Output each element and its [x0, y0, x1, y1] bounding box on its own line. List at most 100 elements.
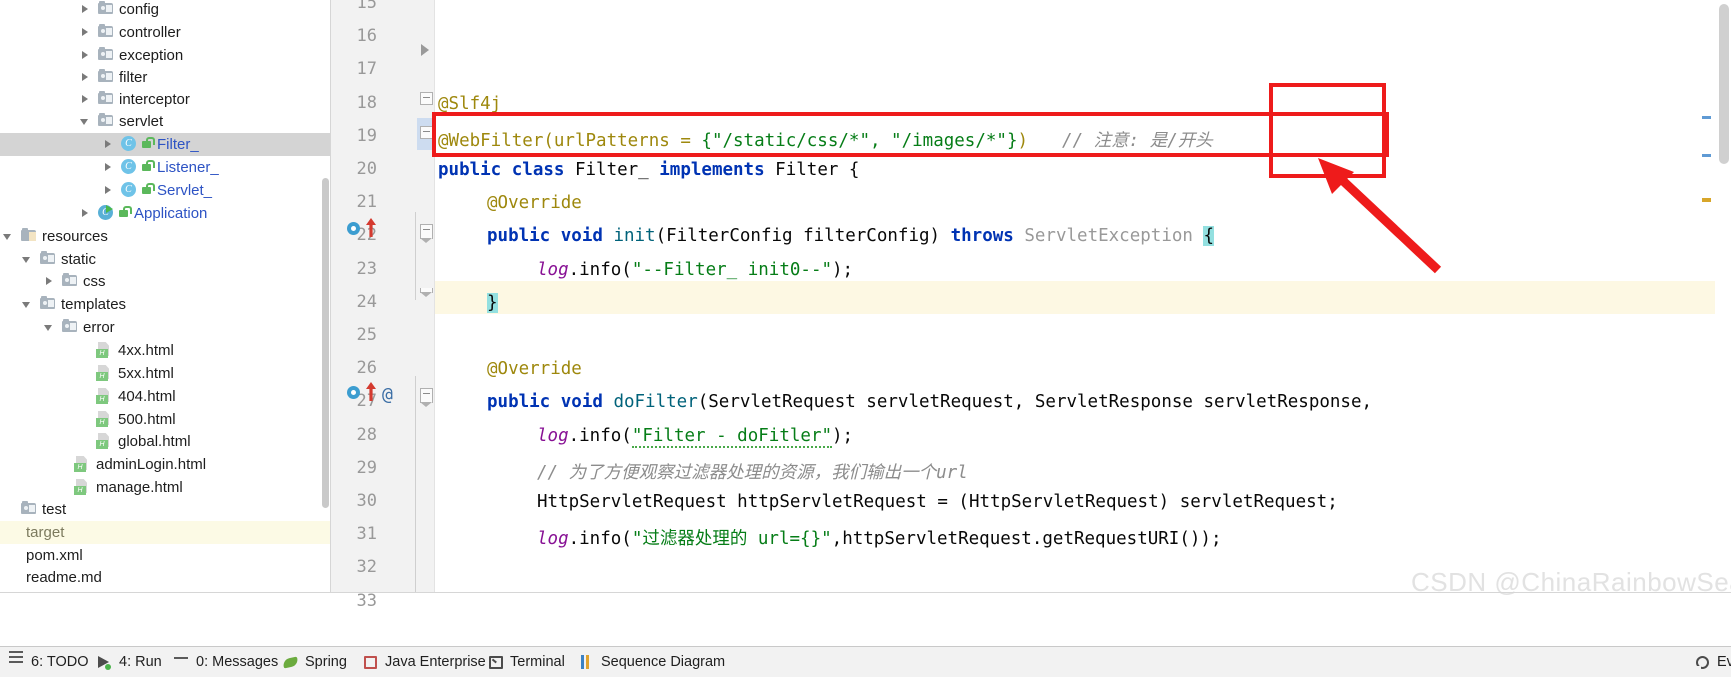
- editor-scrollbar-track[interactable]: [1715, 0, 1731, 593]
- line-number: 15: [331, 0, 377, 13]
- tree-item-target[interactable]: target: [0, 521, 331, 544]
- tree-item-css[interactable]: css: [0, 270, 331, 293]
- line-number: 26: [331, 358, 377, 378]
- code-block-indent-guide: [415, 212, 416, 300]
- method-marker-icon-2[interactable]: [347, 386, 360, 399]
- tree-twisty-collapsed-icon[interactable]: [80, 0, 92, 21]
- line-number: 32: [331, 557, 377, 577]
- tree-item-filter-[interactable]: CFilter_: [0, 133, 331, 156]
- status-bar-item-4-run[interactable]: 4: Run: [96, 647, 162, 677]
- tree-item-resources[interactable]: resources: [0, 225, 331, 248]
- tree-item-label: global.html: [113, 430, 191, 453]
- tree-item-servlet[interactable]: servlet: [0, 110, 331, 133]
- fold-region-line27-icon[interactable]: [420, 388, 434, 402]
- code-semi-2: );: [832, 426, 853, 446]
- editor-gutter[interactable]: 15161718192021222324252627282930313233: [331, 0, 435, 593]
- code-string-init: "--Filter_ init0--": [632, 260, 832, 280]
- tree-item-filter[interactable]: filter: [0, 66, 331, 89]
- line-number: 20: [331, 159, 377, 179]
- tree-twisty-expanded-icon[interactable]: [22, 293, 34, 316]
- tree-item-404-html[interactable]: H404.html: [0, 385, 331, 408]
- fold-region-line22-icon[interactable]: [420, 224, 434, 238]
- tree-item-4xx-html[interactable]: H4xx.html: [0, 339, 331, 362]
- status-bar-item-terminal[interactable]: Terminal: [487, 647, 565, 677]
- java-enterprise-icon: [362, 647, 380, 677]
- tree-item-test[interactable]: test: [0, 498, 331, 521]
- tree-item-readme-md[interactable]: readme.md: [0, 566, 331, 589]
- code-kw-public-void: public void: [487, 226, 613, 246]
- tree-item-application[interactable]: CApplication: [0, 202, 331, 225]
- status-bar-item-even[interactable]: Even: [1694, 647, 1731, 677]
- tree-twisty-collapsed-icon[interactable]: [103, 133, 115, 156]
- tree-twisty-collapsed-icon[interactable]: [80, 88, 92, 111]
- tree-twisty-none: [78, 408, 90, 431]
- folder-icon: [98, 114, 114, 127]
- code-text-area[interactable]: @Slf4j@WebFilter(urlPatterns = {"/static…: [435, 0, 1731, 593]
- code-editor[interactable]: 15161718192021222324252627282930313233: [331, 0, 1731, 593]
- line-number: 21: [331, 192, 377, 212]
- status-bar[interactable]: 6: TODO 4: Run 0: MessagesSpring Java Enter…: [0, 646, 1731, 677]
- tree-item-config[interactable]: config: [0, 0, 331, 21]
- request-mapping-at-icon[interactable]: @: [382, 384, 393, 405]
- project-tree-scrollbar[interactable]: [322, 178, 329, 508]
- status-bar-item-sequence-diagram[interactable]: Sequence Diagram: [578, 647, 725, 677]
- tree-twisty-expanded-icon[interactable]: [22, 248, 34, 271]
- tree-item-label: 5xx.html: [113, 362, 174, 385]
- tree-twisty-collapsed-icon[interactable]: [103, 156, 115, 179]
- public-lock-icon: [141, 183, 152, 196]
- tree-twisty-none: [78, 385, 90, 408]
- tree-twisty-collapsed-icon[interactable]: [80, 202, 92, 225]
- tree-item-global-html[interactable]: Hglobal.html: [0, 430, 331, 453]
- tree-item-controller[interactable]: controller: [0, 21, 331, 44]
- tree-twisty-none: [78, 430, 90, 453]
- error-stripe-mark-3[interactable]: [1702, 198, 1711, 202]
- status-bar-item-spring[interactable]: Spring: [282, 647, 347, 677]
- tree-item-5xx-html[interactable]: H5xx.html: [0, 362, 331, 385]
- error-stripe-mark[interactable]: [1702, 116, 1711, 119]
- tree-item-manage-html[interactable]: Hmanage.html: [0, 476, 331, 499]
- tree-item-listener-[interactable]: CListener_: [0, 156, 331, 179]
- fold-region-line18-icon[interactable]: [420, 92, 434, 106]
- tree-twisty-collapsed-icon[interactable]: [80, 66, 92, 89]
- code-string-url: "过滤器处理的 url={}": [632, 529, 832, 549]
- method-marker-icon[interactable]: [347, 222, 360, 235]
- tree-twisty-collapsed-icon[interactable]: [80, 44, 92, 67]
- folder-icon: [98, 2, 114, 15]
- code-log-ref-1: log: [537, 260, 569, 280]
- tree-twisty-collapsed-icon[interactable]: [44, 270, 56, 293]
- code-line-28: log.info("Filter - doFitler");: [537, 426, 853, 446]
- tree-item-adminlogin-html[interactable]: HadminLogin.html: [0, 453, 331, 476]
- html-file-icon: H: [74, 456, 91, 472]
- status-bar-item-label: 4: Run: [119, 647, 162, 677]
- tree-twisty-collapsed-icon[interactable]: [80, 21, 92, 44]
- override-arrow-icon[interactable]: [364, 216, 378, 238]
- line-number: 33: [331, 591, 377, 611]
- fold-region-line24-icon[interactable]: [420, 288, 434, 302]
- tree-item-templates[interactable]: templates: [0, 293, 331, 316]
- override-arrow-icon-2[interactable]: [364, 380, 378, 402]
- status-bar-item-label: 0: Messages: [196, 647, 278, 677]
- editor-scrollbar-thumb[interactable]: [1719, 4, 1729, 164]
- fold-expand-triangle-icon[interactable]: [421, 44, 429, 56]
- status-bar-item-java-enterprise[interactable]: Java Enterprise: [362, 647, 486, 677]
- tree-twisty-expanded-icon[interactable]: [44, 316, 56, 339]
- error-stripe-mark-2[interactable]: [1702, 154, 1711, 157]
- project-tool-window[interactable]: configcontrollerexceptionfilterintercept…: [0, 0, 331, 593]
- tree-twisty-expanded-icon[interactable]: [3, 225, 15, 248]
- java-class-icon: C: [121, 182, 137, 198]
- tree-item-interceptor[interactable]: interceptor: [0, 88, 331, 111]
- tree-item-exception[interactable]: exception: [0, 44, 331, 67]
- tree-twisty-collapsed-icon[interactable]: [103, 179, 115, 202]
- tree-item-pom-xml[interactable]: pom.xml: [0, 544, 331, 567]
- status-bar-item-6-todo[interactable]: 6: TODO: [8, 647, 88, 677]
- messages-icon: [173, 647, 191, 677]
- spring-leaf-icon: [282, 647, 300, 677]
- tree-twisty-none: [56, 476, 68, 499]
- tree-item-500-html[interactable]: H500.html: [0, 408, 331, 431]
- tree-item-static[interactable]: static: [0, 248, 331, 271]
- status-bar-item-0-messages[interactable]: 0: Messages: [173, 647, 278, 677]
- tree-twisty-expanded-icon[interactable]: [80, 110, 92, 133]
- tree-item-error[interactable]: error: [0, 316, 331, 339]
- tree-item-servlet-[interactable]: CServlet_: [0, 179, 331, 202]
- tree-item-label: error: [78, 316, 115, 339]
